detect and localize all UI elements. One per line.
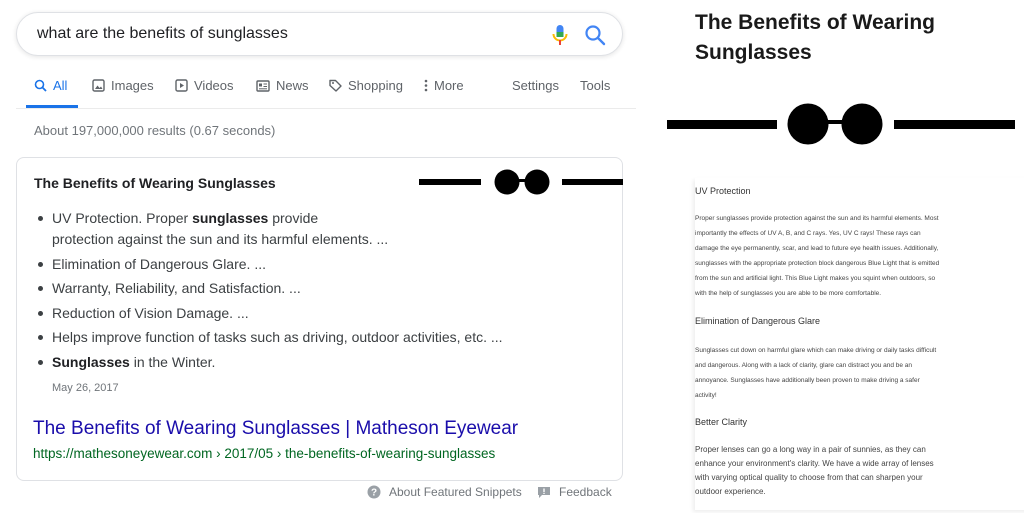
about-label: About Featured Snippets — [389, 485, 522, 499]
result-title-link[interactable]: The Benefits of Wearing Sunglasses | Mat… — [33, 418, 518, 440]
snippet-title: The Benefits of Wearing Sunglasses — [34, 175, 276, 191]
snippet-date: May 26, 2017 — [52, 382, 119, 394]
search-icon[interactable] — [584, 24, 606, 46]
search-icon — [34, 79, 47, 92]
result-url[interactable]: https://mathesoneyewear.com › 2017/05 › … — [33, 446, 495, 461]
paragraph-line: Proper sunglasses provide protection aga… — [695, 215, 939, 222]
list-item: Warranty, Reliability, and Satisfaction.… — [34, 278, 574, 299]
search-tabs: All Images Videos News Shopping More Set… — [34, 78, 624, 102]
article-title: The Benefits of Wearing Sunglasses — [695, 11, 935, 64]
search-results-panel: what are the benefits of sunglasses All — [0, 0, 640, 513]
tab-videos[interactable]: Videos — [175, 78, 234, 93]
paragraph: Proper sunglasses provide protection aga… — [695, 211, 980, 301]
help-icon: ? — [367, 485, 381, 499]
svg-text:?: ? — [371, 488, 377, 499]
tab-label: More — [434, 78, 464, 93]
tab-images[interactable]: Images — [92, 78, 154, 93]
search-box[interactable]: what are the benefits of sunglasses — [16, 12, 623, 56]
bold-term: Sunglasses — [52, 353, 130, 370]
tab-news[interactable]: News — [256, 78, 309, 93]
sunglasses-logo-image — [419, 169, 623, 195]
microphone-icon[interactable] — [550, 24, 570, 46]
list-item: Sunglasses in the Winter. — [34, 352, 574, 373]
paragraph-line: Proper lenses can go a long way in a pai… — [695, 445, 926, 454]
paragraph-line: annoyance. Sunglasses have additionally … — [695, 377, 920, 384]
tab-label: Tools — [580, 78, 611, 93]
paragraph-line: and dangerous. Along with a lack of clar… — [695, 362, 913, 369]
text: Warranty, Reliability, and Satisfaction.… — [52, 280, 301, 296]
text: Reduction of Vision Damage. ... — [52, 304, 249, 321]
text: protection against the sun and its harmf… — [52, 231, 389, 247]
sunglasses-logo-image — [667, 103, 1015, 145]
text: UV Protection. Proper — [52, 210, 193, 226]
list-item: Elimination of Dangerous Glare. ... — [34, 254, 574, 275]
text: provide — [268, 210, 319, 226]
tab-label: Videos — [194, 78, 234, 93]
list-item: Helps improve function of tasks such as … — [34, 327, 574, 348]
paragraph: Proper lenses can go a long way in a pai… — [695, 443, 980, 499]
text: Elimination of Dangerous Glare. ... — [52, 255, 266, 272]
snippet-list: UV Protection. Proper sunglasses provide… — [34, 208, 574, 376]
about-featured-snippets-link[interactable]: ? About Featured Snippets — [367, 485, 522, 499]
paragraph-line: enhance your environment's clarity. We h… — [695, 459, 934, 468]
paragraph-line: sunglasses with the appropriate protecti… — [695, 260, 940, 267]
tab-label: Settings — [512, 78, 559, 93]
section-heading: Elimination of Dangerous Glare — [695, 316, 821, 326]
tab-shopping[interactable]: Shopping — [329, 78, 403, 93]
tab-label: All — [53, 78, 68, 93]
paragraph-line: damage the eye permanently, scar, and le… — [695, 245, 939, 252]
article-panel: The Benefits of Wearing Sunglasses UV Pr… — [660, 0, 1024, 513]
paragraph: Sunglasses cut down on harmful glare whi… — [695, 343, 980, 403]
search-input[interactable]: what are the benefits of sunglasses — [37, 25, 288, 43]
paragraph-line: with varying optical quality to choose f… — [695, 473, 923, 482]
tab-more[interactable]: More — [424, 78, 464, 93]
tab-label: Shopping — [348, 78, 403, 93]
tab-settings[interactable]: Settings — [512, 78, 559, 93]
tab-label: News — [276, 78, 309, 93]
list-item: UV Protection. Proper sunglasses provide… — [34, 208, 574, 250]
paragraph-line: importantly the effects of UV A, B, and … — [695, 230, 921, 237]
list-item: Reduction of Vision Damage. ... — [34, 303, 574, 324]
text: in the Winter. — [129, 353, 216, 370]
paragraph-line: with the help of sunglasses you are able… — [695, 290, 882, 297]
paragraph-line: Sunglasses cut down on harmful glare whi… — [695, 347, 937, 354]
article-body: UV Protection Proper sunglasses provide … — [695, 178, 1024, 510]
results-stats: About 197,000,000 results (0.67 seconds) — [34, 123, 276, 138]
text: Helps improve function of tasks such as … — [52, 329, 503, 345]
news-icon — [256, 79, 270, 92]
bold-term: sunglasses — [192, 210, 269, 226]
image-icon — [92, 79, 105, 92]
feedback-link[interactable]: Feedback — [537, 485, 612, 499]
feedback-label: Feedback — [559, 485, 612, 499]
tag-icon — [329, 79, 342, 92]
tab-all[interactable]: All — [34, 78, 67, 93]
section-heading: Better Clarity — [695, 417, 748, 427]
tab-label: Images — [111, 78, 154, 93]
feedback-icon — [538, 486, 550, 498]
featured-snippet: The Benefits of Wearing Sunglasses UV Pr… — [16, 157, 623, 481]
tab-tools[interactable]: Tools — [580, 78, 610, 93]
paragraph-line: from the sun and artificial light. This … — [695, 275, 936, 282]
divider — [16, 108, 636, 109]
paragraph-line: activity! — [695, 392, 717, 399]
paragraph-line: outdoor experience. — [695, 487, 766, 496]
section-heading: UV Protection — [695, 186, 751, 196]
video-icon — [175, 79, 188, 92]
kebab-icon — [424, 79, 428, 92]
